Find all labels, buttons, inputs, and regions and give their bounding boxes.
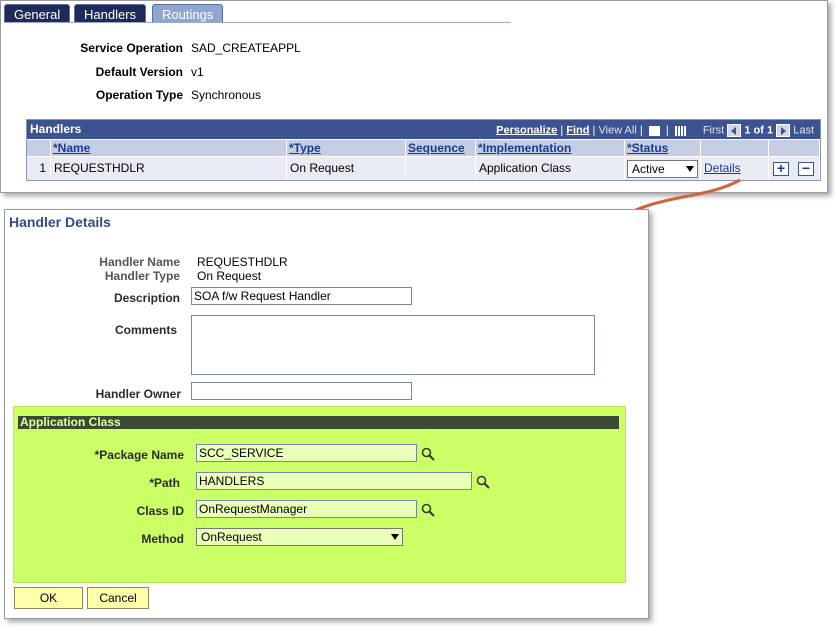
nav-separator: | [665, 124, 669, 137]
view-all-link[interactable]: View All [598, 124, 636, 136]
path-field[interactable]: HANDLERS [196, 472, 472, 490]
find-link[interactable]: Find [566, 124, 589, 136]
method-select[interactable]: OnRequest [196, 528, 403, 546]
handler-owner-label: Handler Owner [95, 387, 181, 401]
package-name-field[interactable]: SCC_SERVICE [196, 444, 417, 462]
handler-type-value: On Request [197, 269, 262, 283]
column-header-name[interactable]: *Name [51, 140, 287, 156]
personalize-link[interactable]: Personalize [496, 124, 557, 136]
handler-details-window: Handler Details Handler Name REQUESTHDLR… [4, 209, 649, 619]
application-class-section: Application Class *Package Name SCC_SERV… [13, 406, 626, 583]
operation-type-value: Synchronous [191, 88, 262, 102]
description-field[interactable]: SOA f/w Request Handler [191, 287, 412, 305]
handler-name-value: REQUESTHDLR [197, 255, 288, 269]
row-range: 1 of 1 [744, 124, 774, 137]
search-icon[interactable] [421, 503, 435, 517]
service-operation-label: Service Operation [80, 41, 183, 55]
handler-details-title: Handler Details [9, 214, 111, 230]
application-class-header: Application Class [18, 416, 619, 429]
column-header-details [701, 140, 769, 156]
first-label: First [702, 124, 725, 137]
tab-divider [4, 22, 511, 23]
last-label: Last [793, 124, 814, 137]
service-operation-window: General Handlers Routings Service Operat… [0, 0, 828, 193]
grid-header-index [27, 140, 51, 156]
grid-title-bar: Handlers Personalize | Find | View All |… [27, 120, 820, 139]
tab-general[interactable]: General [4, 4, 71, 23]
next-icon[interactable] [776, 124, 791, 137]
default-version-value: v1 [191, 65, 204, 79]
column-header-actions [769, 140, 820, 156]
description-label: Description [113, 291, 180, 305]
row-index: 1 [27, 157, 51, 180]
ok-button[interactable]: OK [14, 587, 83, 609]
nav-separator: | [592, 124, 596, 137]
handler-owner-field[interactable] [191, 382, 412, 400]
grid-title: Handlers [30, 122, 82, 136]
search-icon[interactable] [421, 447, 435, 461]
grid-navigation: Personalize | Find | View All | | First … [496, 124, 814, 137]
class-id-label: Class ID [136, 504, 184, 518]
cancel-button[interactable]: Cancel [87, 587, 149, 609]
column-header-implementation[interactable]: *Implementation [476, 140, 625, 156]
comments-textarea[interactable] [191, 315, 595, 375]
add-row-button[interactable]: + [773, 161, 789, 176]
method-label: Method [141, 532, 184, 546]
search-icon[interactable] [476, 475, 490, 489]
comments-label: Comments [114, 323, 177, 337]
class-id-field[interactable]: OnRequestManager [196, 500, 417, 518]
row-sequence [406, 157, 476, 180]
column-header-status[interactable]: *Status [625, 140, 701, 156]
column-header-sequence[interactable]: Sequence [406, 140, 476, 156]
tab-routings[interactable]: Routings [152, 4, 224, 23]
package-name-label: *Package Name [94, 448, 184, 462]
row-type: On Request [287, 157, 406, 180]
download-icon[interactable] [648, 125, 660, 136]
column-header-type[interactable]: *Type [287, 140, 406, 156]
tab-handlers[interactable]: Handlers [74, 4, 147, 23]
handler-name-label: Handler Name [99, 255, 180, 269]
delete-row-button[interactable]: − [798, 161, 814, 176]
path-label: *Path [149, 476, 180, 490]
default-version-label: Default Version [95, 65, 183, 79]
chevron-down-icon [391, 534, 399, 540]
handler-type-label: Handler Type [104, 269, 180, 283]
row-name: REQUESTHDLR [51, 157, 287, 180]
nav-separator: | [639, 124, 643, 137]
operation-type-label: Operation Type [95, 88, 183, 102]
service-operation-value: SAD_CREATEAPPL [191, 41, 301, 55]
previous-icon[interactable] [727, 124, 742, 137]
view-grid-icon[interactable] [674, 125, 686, 136]
nav-separator: | [560, 124, 564, 137]
